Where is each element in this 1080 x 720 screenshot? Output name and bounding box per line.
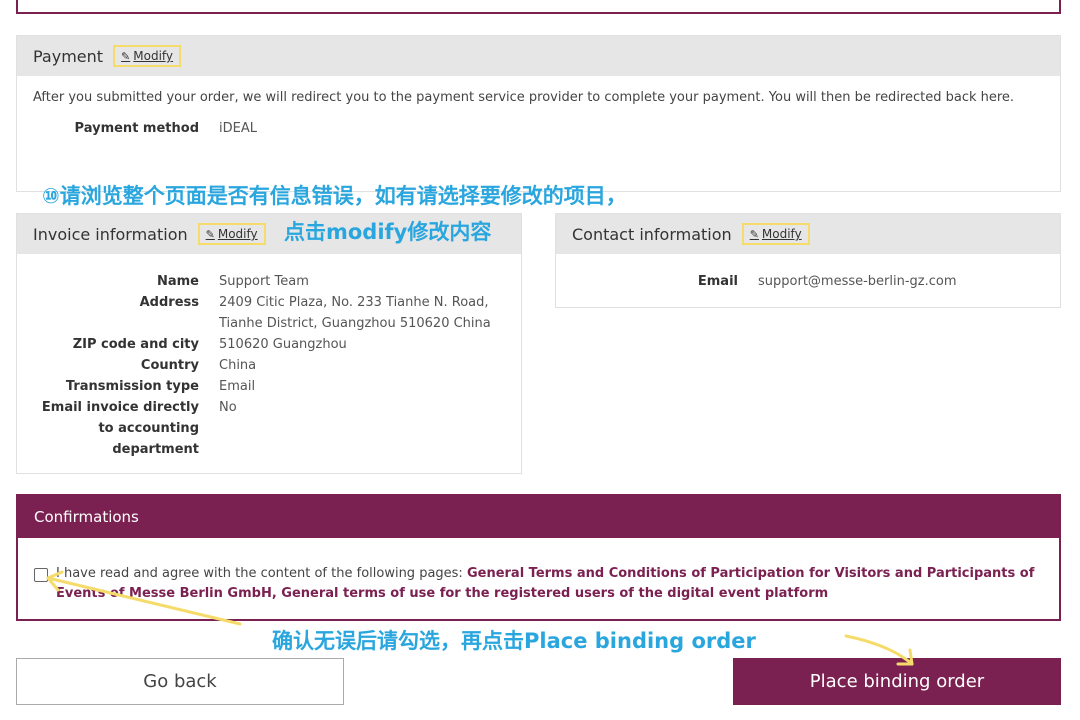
payment-method-label: Payment method <box>74 121 199 136</box>
invoice-title: Invoice information <box>33 224 188 244</box>
confirmations-panel: Confirmations I have read and agree with… <box>16 494 1061 621</box>
invoice-modify-label: Modify <box>217 227 258 241</box>
edit-icon: ✎ <box>749 227 759 241</box>
invoice-row: ZIP code and city 510620 Guangzhou <box>17 334 521 355</box>
invoice-value: China <box>219 358 257 373</box>
edit-icon: ✎ <box>121 49 131 63</box>
payment-modify-link[interactable]: ✎ Modify <box>113 45 182 67</box>
contact-modify-link[interactable]: ✎ Modify <box>741 223 810 245</box>
payment-title: Payment <box>33 46 104 66</box>
invoice-label: Email invoice directly to accounting dep… <box>41 400 199 457</box>
payment-modify-label: Modify <box>133 49 174 63</box>
contact-email-row: Email support@messe-berlin-gz.com <box>556 254 1060 292</box>
invoice-details: Name Support Team Address 2409 Citic Pla… <box>17 254 521 460</box>
previous-section-box <box>16 0 1061 14</box>
invoice-label: Transmission type <box>65 379 199 394</box>
contact-modify-label: Modify <box>761 227 802 241</box>
place-order-button[interactable]: Place binding order <box>733 658 1061 705</box>
annotation-text-1: ⑩请浏览整个页面是否有信息错误，如有请选择要修改的项目， <box>42 184 627 208</box>
invoice-value: Support Team <box>219 274 309 289</box>
payment-header: Payment ✎ Modify <box>17 36 1060 76</box>
invoice-row: Email invoice directly to accounting dep… <box>17 397 521 460</box>
invoice-label: ZIP code and city <box>72 337 199 352</box>
payment-description: After you submitted your order, we will … <box>33 90 1015 105</box>
edit-icon: ✎ <box>205 227 215 241</box>
annotation-text-2: 点击modify修改内容 <box>284 220 492 244</box>
payment-method-value: iDEAL <box>219 121 257 136</box>
link-separator: , <box>271 586 282 601</box>
confirmations-header: Confirmations <box>18 496 1059 538</box>
invoice-label: Country <box>140 358 199 373</box>
terms-of-use-link[interactable]: General terms of use for the registered … <box>281 586 828 601</box>
invoice-value: Email <box>219 379 256 394</box>
invoice-row: Address 2409 Citic Plaza, No. 233 Tianhe… <box>17 292 521 334</box>
invoice-modify-link[interactable]: ✎ Modify <box>197 223 266 245</box>
go-back-button[interactable]: Go back <box>16 658 344 705</box>
contact-title: Contact information <box>572 224 732 244</box>
invoice-value: 2409 Citic Plaza, No. 233 Tianhe N. Road… <box>219 295 491 331</box>
payment-panel: Payment ✎ Modify After you submitted you… <box>16 35 1061 192</box>
invoice-label: Address <box>139 295 199 310</box>
agree-checkbox[interactable] <box>34 568 48 582</box>
confirmations-body: I have read and agree with the content o… <box>18 538 1059 604</box>
contact-header: Contact information ✎ Modify <box>556 214 1060 254</box>
annotation-text-3: 确认无误后请勾选，再点击Place binding order <box>272 629 756 653</box>
invoice-row: Country China <box>17 355 521 376</box>
invoice-value: 510620 Guangzhou <box>219 337 347 352</box>
confirmations-text: I have read and agree with the content o… <box>56 566 467 581</box>
invoice-panel: Invoice information ✎ Modify Name Suppor… <box>16 213 522 474</box>
contact-panel: Contact information ✎ Modify Email suppo… <box>555 213 1061 308</box>
invoice-value: No <box>219 400 237 415</box>
invoice-row: Transmission type Email <box>17 376 521 397</box>
invoice-row: Name Support Team <box>17 271 521 292</box>
contact-email-value: support@messe-berlin-gz.com <box>758 274 957 289</box>
contact-email-label: Email <box>697 274 738 289</box>
invoice-label: Name <box>156 274 199 289</box>
payment-method-row: Payment method iDEAL <box>17 118 1060 139</box>
